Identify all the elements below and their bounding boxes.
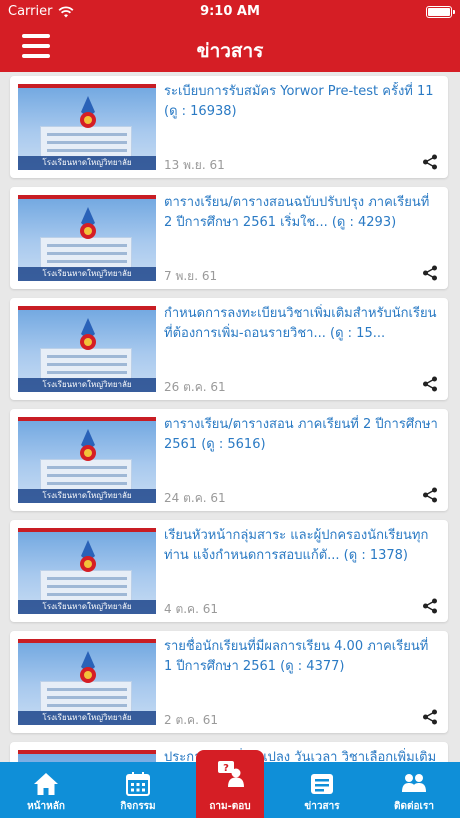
tab-label: ข่าวสาร bbox=[304, 801, 340, 812]
news-card[interactable]: โรงเรียนหาดใหญ่วิทยาลัย กำหนดการลงทะเบีย… bbox=[10, 298, 448, 400]
news-thumbnail: โรงเรียนหาดใหญ่วิทยาลัย bbox=[18, 528, 156, 614]
tab-home[interactable]: หน้าหลัก bbox=[0, 762, 92, 818]
share-icon[interactable] bbox=[422, 709, 438, 725]
news-thumbnail: โรงเรียนหาดใหญ่วิทยาลัย bbox=[18, 306, 156, 392]
tab-qa[interactable]: ? ถาม-ตอบ bbox=[196, 750, 264, 818]
news-card[interactable]: โรงเรียนหาดใหญ่วิทยาลัย ตารางเรียน/ตาราง… bbox=[10, 187, 448, 289]
news-title[interactable]: เรียนหัวหน้ากลุ่มสาระ และผู้ปกครองนักเรี… bbox=[164, 526, 440, 572]
tab-contact[interactable]: ติดต่อเรา bbox=[368, 762, 460, 818]
page-title: ข่าวสาร bbox=[196, 40, 264, 62]
status-bar: Carrier 9:10 AM bbox=[0, 0, 460, 24]
school-emblem-icon bbox=[80, 429, 96, 461]
battery-icon bbox=[426, 6, 455, 18]
school-emblem-icon bbox=[80, 96, 96, 128]
news-thumbnail: โรงเรียนหาดใหญ่วิทยาลัย bbox=[18, 417, 156, 503]
share-icon[interactable] bbox=[422, 487, 438, 503]
news-title[interactable]: ตารางเรียน/ตารางสอนฉบับปรับปรุง ภาคเรียน… bbox=[164, 193, 440, 239]
svg-text:?: ? bbox=[223, 763, 229, 774]
news-thumbnail bbox=[18, 750, 156, 762]
news-date: 4 ต.ค. 61 bbox=[164, 602, 218, 616]
tab-label: กิจกรรม bbox=[120, 801, 156, 812]
share-icon[interactable] bbox=[422, 154, 438, 170]
calendar-icon bbox=[126, 772, 150, 796]
contact-icon bbox=[402, 774, 426, 792]
news-card[interactable]: โรงเรียนหาดใหญ่วิทยาลัย ตารางเรียน/ตาราง… bbox=[10, 409, 448, 511]
share-icon[interactable] bbox=[422, 598, 438, 614]
app-header: Carrier 9:10 AM ข่าวสาร bbox=[0, 0, 460, 72]
tab-label: ถาม-ตอบ bbox=[209, 801, 251, 812]
news-title[interactable]: รายชื่อนักเรียนที่มีผลการเรียน 4.00 ภาคเ… bbox=[164, 637, 440, 683]
news-title[interactable]: ระเบียบการรับสมัคร Yorwor Pre-test ครั้ง… bbox=[164, 82, 440, 128]
news-date: 24 ต.ค. 61 bbox=[164, 491, 226, 505]
news-card[interactable]: โรงเรียนหาดใหญ่วิทยาลัย รายชื่อนักเรียนท… bbox=[10, 631, 448, 733]
news-icon bbox=[311, 774, 333, 794]
news-card[interactable]: โรงเรียนหาดใหญ่วิทยาลัย ระเบียบการรับสมั… bbox=[10, 76, 448, 178]
news-thumbnail: โรงเรียนหาดใหญ่วิทยาลัย bbox=[18, 639, 156, 725]
share-icon[interactable] bbox=[422, 265, 438, 281]
news-title[interactable]: กำหนดการลงทะเบียนวิชาเพิ่มเติมสำหรับนักเ… bbox=[164, 304, 440, 350]
tab-bar: หน้าหลัก กิจกรรม ? ถาม-ตอบ ข่าวสาร ติดต่… bbox=[0, 750, 460, 818]
news-card[interactable]: โรงเรียนหาดใหญ่วิทยาลัย เรียนหัวหน้ากลุ่… bbox=[10, 520, 448, 622]
news-thumbnail: โรงเรียนหาดใหญ่วิทยาลัย bbox=[18, 84, 156, 170]
school-emblem-icon bbox=[80, 651, 96, 683]
status-time: 9:10 AM bbox=[200, 4, 260, 19]
news-date: 7 พ.ย. 61 bbox=[164, 269, 218, 283]
question-answer-icon: ? bbox=[218, 761, 244, 787]
tab-news[interactable]: ข่าวสาร bbox=[276, 762, 368, 818]
news-date: 2 ต.ค. 61 bbox=[164, 713, 218, 727]
news-title[interactable]: ตารางเรียน/ตารางสอน ภาคเรียนที่ 2 ปีการศ… bbox=[164, 415, 440, 461]
news-list[interactable]: โรงเรียนหาดใหญ่วิทยาลัย ระเบียบการรับสมั… bbox=[0, 72, 460, 762]
school-emblem-icon bbox=[80, 207, 96, 239]
news-thumbnail: โรงเรียนหาดใหญ่วิทยาลัย bbox=[18, 195, 156, 281]
home-icon bbox=[34, 773, 58, 795]
tab-label: หน้าหลัก bbox=[27, 801, 65, 812]
share-icon[interactable] bbox=[422, 376, 438, 392]
news-date: 13 พ.ย. 61 bbox=[164, 158, 225, 172]
tab-activities[interactable]: กิจกรรม bbox=[92, 762, 184, 818]
tab-label: ติดต่อเรา bbox=[394, 801, 434, 812]
news-date: 26 ต.ค. 61 bbox=[164, 380, 226, 394]
school-emblem-icon bbox=[80, 318, 96, 350]
school-emblem-icon bbox=[80, 540, 96, 572]
